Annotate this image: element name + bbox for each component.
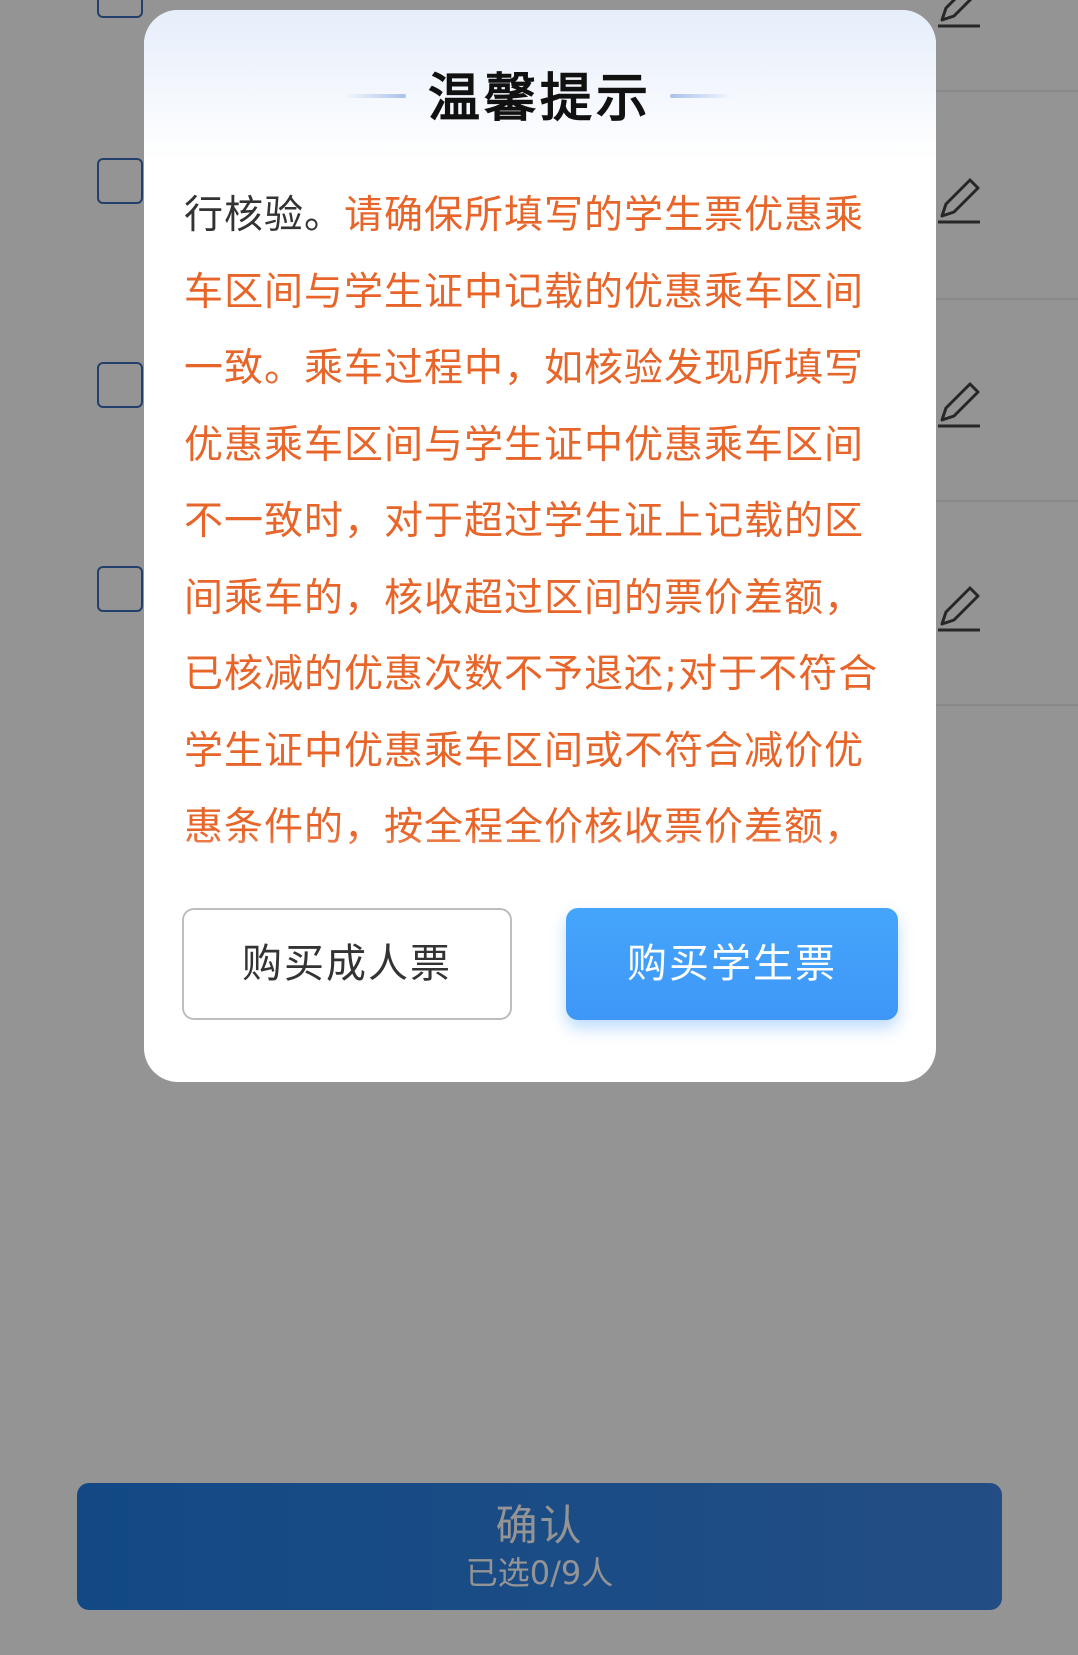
body-text-normal: 行核验。 bbox=[184, 193, 345, 238]
reminder-dialog: 温馨提示 行核验。请确保所填写的学生票优惠乘车区间与学生证中记载的优惠乘车区间一… bbox=[144, 10, 936, 1082]
body-text-highlight: 请确保所填写的学生票优惠乘车区间与学生证中记载的优惠乘车区间一致。乘车过程中，如… bbox=[184, 193, 879, 850]
dialog-body-scroll[interactable]: 行核验。请确保所填写的学生票优惠乘车区间与学生证中记载的优惠乘车区间一致。乘车过… bbox=[184, 178, 896, 890]
buy-adult-ticket-button[interactable]: 购买成人票 bbox=[182, 908, 512, 1020]
buy-student-ticket-button[interactable]: 购买学生票 bbox=[566, 908, 898, 1020]
dialog-title: 温馨提示 bbox=[427, 69, 652, 129]
